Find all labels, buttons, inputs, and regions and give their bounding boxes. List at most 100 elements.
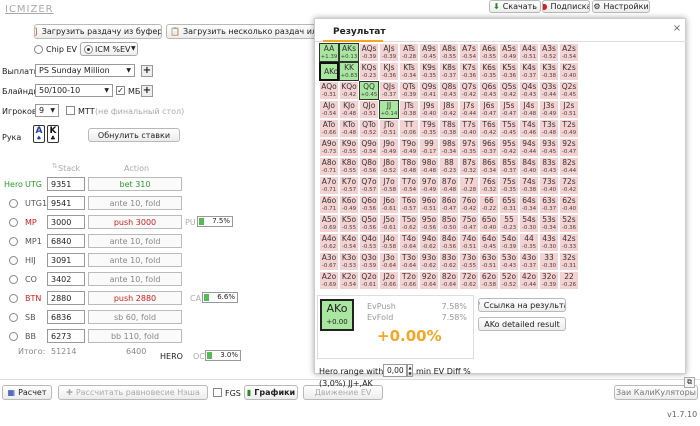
hand-cell[interactable]: Q8s -0.43 xyxy=(439,81,459,100)
hand-cell[interactable]: KK +0.83 xyxy=(339,62,359,81)
hand-cell[interactable]: 85o -0.50 xyxy=(439,214,459,233)
hand-cell[interactable]: 64o -0.45 xyxy=(479,233,499,252)
hand-cell[interactable]: K4o -0.54 xyxy=(339,233,359,252)
hand-cell[interactable]: 43o -0.37 xyxy=(519,252,539,271)
hand-cell[interactable]: K5o -0.55 xyxy=(339,214,359,233)
load-multi-button[interactable]: 📋Загрузить несколько раздач или тур xyxy=(166,24,316,39)
hand-cell[interactable]: Q3o -0.59 xyxy=(359,252,379,271)
hand-cell[interactable]: T9o -0.49 xyxy=(399,138,419,157)
hand-cell[interactable]: 44 -0.35 xyxy=(519,233,539,252)
hand-cell[interactable]: K6s -0.35 xyxy=(479,62,499,81)
action-field[interactable]: ante 10, fold xyxy=(88,234,182,248)
hand-cell[interactable]: 97s -0.35 xyxy=(459,138,479,157)
action-field[interactable]: ante 10, fold xyxy=(88,272,182,286)
hand-cell[interactable]: Q4o -0.53 xyxy=(359,233,379,252)
hero-select-radio[interactable] xyxy=(9,313,18,322)
hand-cell[interactable]: K7o -0.57 xyxy=(339,176,359,195)
hand-cell[interactable]: 66 -0.22 xyxy=(479,195,499,214)
hand-cell[interactable]: JJ +0.14 xyxy=(379,100,399,119)
detailed-result-button[interactable]: AKo detailed result xyxy=(478,317,566,331)
hand-cell[interactable]: 53s -0.34 xyxy=(539,214,559,233)
hand-cell[interactable]: 92o -0.64 xyxy=(419,271,439,290)
hand-cell[interactable]: A9o -0.73 xyxy=(319,138,339,157)
hand-cell[interactable]: 84o -0.56 xyxy=(439,233,459,252)
hand-cell[interactable]: 94s -0.44 xyxy=(519,138,539,157)
hand-cell[interactable]: AQo -0.31 xyxy=(319,81,339,100)
hand-cell[interactable]: KQs -0.23 xyxy=(359,62,379,81)
hand-cell[interactable]: A8o -0.71 xyxy=(319,157,339,176)
players-select[interactable]: 9 ▼ xyxy=(35,104,59,117)
hand-cell[interactable]: Q6o -0.56 xyxy=(359,195,379,214)
hand-cell[interactable]: 96o -0.51 xyxy=(419,195,439,214)
reset-bets-button[interactable]: Обнулить ставки xyxy=(88,128,180,142)
hand-cell[interactable]: K3s -0.38 xyxy=(539,62,559,81)
hand-cell[interactable]: K7s -0.36 xyxy=(459,62,479,81)
hand-cell[interactable]: 32o -0.39 xyxy=(539,271,559,290)
hand-cell[interactable]: AKo+0.00 xyxy=(319,62,339,81)
hand-cell[interactable]: K8o -0.55 xyxy=(339,157,359,176)
hand-cell[interactable]: A8s -0.55 xyxy=(439,43,459,62)
hand-cell[interactable]: 85s -0.37 xyxy=(499,157,519,176)
range-min-ev-input[interactable]: 0,00 xyxy=(383,364,407,377)
hand-cell[interactable]: 32s -0.31 xyxy=(559,252,579,271)
hand-cell[interactable]: 65s -0.31 xyxy=(499,195,519,214)
hand-cell[interactable]: 98s -0.34 xyxy=(439,138,459,157)
hero-select-radio[interactable] xyxy=(9,199,18,208)
hand-cell[interactable]: AQs -0.39 xyxy=(359,43,379,62)
hand-cell[interactable]: Q6s -0.43 xyxy=(479,81,499,100)
hand-cell[interactable]: 76o -0.42 xyxy=(459,195,479,214)
hand-cell[interactable]: Q7s -0.42 xyxy=(459,81,479,100)
settings-button[interactable]: ⚙ Настройки xyxy=(592,0,650,13)
hand-cell[interactable]: J9s -0.40 xyxy=(419,100,439,119)
hand-cell[interactable]: QQ +0.45 xyxy=(359,81,379,100)
hand-cell[interactable]: A7s -0.54 xyxy=(459,43,479,62)
hand-cell[interactable]: AA +1.39 xyxy=(319,43,339,62)
hand-cell[interactable]: 63o -0.51 xyxy=(479,252,499,271)
hand-cell[interactable]: A6o -0.71 xyxy=(319,195,339,214)
graphs-button[interactable]: ▮ Графики xyxy=(244,385,298,400)
copy-icon[interactable]: ⧉ xyxy=(684,377,695,388)
hero-select-radio[interactable] xyxy=(9,275,18,284)
stack-input[interactable]: 9351 xyxy=(47,177,85,191)
hand-cell[interactable]: QJs -0.37 xyxy=(379,81,399,100)
hand-cell[interactable]: 93s -0.45 xyxy=(539,138,559,157)
hand-cell[interactable]: A2o -0.69 xyxy=(319,271,339,290)
hand-cell[interactable]: T2s -0.49 xyxy=(559,119,579,138)
action-field[interactable]: ante 10, fold xyxy=(88,253,182,267)
icm-radio[interactable] xyxy=(84,45,93,54)
hand-cell[interactable]: 88 -0.23 xyxy=(439,157,459,176)
hand-cell[interactable]: K3o -0.53 xyxy=(339,252,359,271)
hand-cell[interactable]: 74s -0.38 xyxy=(519,176,539,195)
add-blinds-button[interactable]: + xyxy=(141,85,153,97)
hand-cell[interactable]: J5o -0.61 xyxy=(379,214,399,233)
hand-cell[interactable]: Q7o -0.57 xyxy=(359,176,379,195)
hand-cell[interactable]: KJo -0.48 xyxy=(339,100,359,119)
hand-cell[interactable]: 62o -0.58 xyxy=(479,271,499,290)
hand-cell[interactable]: 53o -0.43 xyxy=(499,252,519,271)
hand-cell[interactable]: 33 -0.30 xyxy=(539,252,559,271)
hand-cell[interactable]: 43s -0.30 xyxy=(539,233,559,252)
stack-input[interactable]: 3091 xyxy=(47,253,85,267)
action-field[interactable]: ante 10, fold xyxy=(88,196,182,210)
hero-select-radio[interactable] xyxy=(9,237,18,246)
hand-cell[interactable]: 22 -0.26 xyxy=(559,271,579,290)
hand-cell[interactable]: Q3s -0.44 xyxy=(539,81,559,100)
hand-cell[interactable]: 72s -0.42 xyxy=(559,176,579,195)
stack-input[interactable]: 6836 xyxy=(47,310,85,324)
fgs-checkbox[interactable] xyxy=(213,388,222,397)
hand-cell[interactable]: 55 -0.23 xyxy=(499,214,519,233)
hand-cell[interactable]: K4s -0.37 xyxy=(519,62,539,81)
card-ace[interactable]: A ♠ xyxy=(33,125,45,143)
hand-cell[interactable]: A4s -0.51 xyxy=(519,43,539,62)
action-field[interactable]: bb 110, fold xyxy=(88,329,182,343)
hero-select-radio[interactable] xyxy=(9,218,18,227)
hand-cell[interactable]: 76s -0.32 xyxy=(479,176,499,195)
hand-cell[interactable]: J8o -0.52 xyxy=(379,157,399,176)
hand-cell[interactable]: Q4s -0.43 xyxy=(519,81,539,100)
hand-cell[interactable]: Q9o -0.54 xyxy=(359,138,379,157)
hand-cell[interactable]: AJs -0.39 xyxy=(379,43,399,62)
hand-cell[interactable]: T8s -0.38 xyxy=(439,119,459,138)
hand-cell[interactable]: K9s -0.35 xyxy=(419,62,439,81)
hand-cell[interactable]: 62s -0.40 xyxy=(559,195,579,214)
hand-cell[interactable]: J6o -0.61 xyxy=(379,195,399,214)
